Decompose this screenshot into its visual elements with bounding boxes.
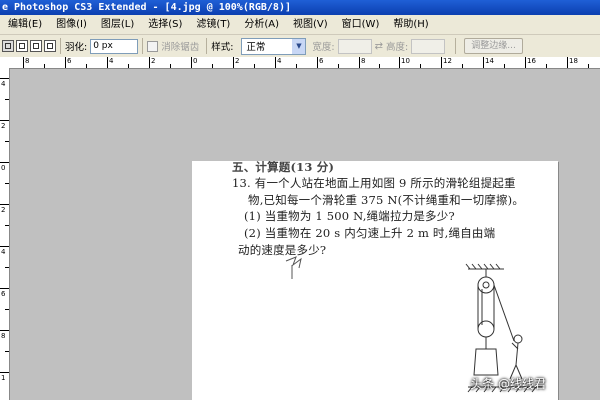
menu-select[interactable]: 选择(S) [140,15,188,34]
options-bar: 羽化: 0 px 消除锯齿 样式: 正常 ▼ 宽度: ⇄ 高度: 调整边缘... [0,35,600,58]
pulley-diagram [285,256,542,393]
height-input[interactable] [411,38,446,54]
style-select-value: 正常 [246,42,266,53]
refine-edge-button[interactable]: 调整边缘... [464,38,523,54]
add-selection-icon[interactable] [16,40,28,52]
watermark: 头条 @线线君 [470,377,546,391]
antialias-checkbox[interactable] [147,40,159,52]
chevron-down-icon: ▼ [292,38,306,54]
menu-bar: 编辑(E) 图像(I) 图层(L) 选择(S) 滤镜(T) 分析(A) 视图(V… [0,15,600,35]
document-canvas[interactable]: 五、计算题(13 分) 13. 有一个人站在地面上用如图 9 所示的滑轮组提起重… [192,161,558,400]
divider [142,38,144,54]
width-label: 宽度: [312,42,335,53]
ruler-ticks [0,78,9,373]
subtract-selection-icon[interactable] [30,40,42,52]
window-title-bar: e Photoshop CS3 Extended - [4.jpg @ 100%… [0,0,600,15]
style-select[interactable]: 正常 ▼ [241,37,307,55]
ruler-ticks [23,57,589,68]
menu-view[interactable]: 视图(V) [285,15,334,34]
menu-analysis[interactable]: 分析(A) [236,15,285,34]
divider [60,38,61,54]
divider [206,38,208,54]
menu-layer[interactable]: 图层(L) [93,15,140,34]
width-input[interactable] [337,38,372,54]
window-title: e Photoshop CS3 Extended - [4.jpg @ 100%… [2,2,291,13]
height-label: 高度: [386,42,409,53]
ruler-horizontal[interactable]: 8 6 4 2 0 2 4 6 8 10 12 14 16 18 [9,57,600,69]
swap-icon[interactable]: ⇄ [375,41,383,52]
intersect-selection-icon[interactable] [44,40,56,52]
antialias-label: 消除锯齿 [161,42,200,53]
new-selection-icon[interactable] [2,40,14,52]
divider [455,38,457,54]
menu-window[interactable]: 窗口(W) [334,15,386,34]
menu-edit[interactable]: 编辑(E) [0,15,48,34]
menu-help[interactable]: 帮助(H) [385,15,434,34]
feather-label: 羽化: [65,42,88,53]
menu-image[interactable]: 图像(I) [48,15,93,34]
menu-filter[interactable]: 滤镜(T) [188,15,236,34]
style-label: 样式: [211,42,234,53]
ruler-vertical[interactable]: 4 2 0 2 4 6 8 1 [0,68,10,400]
feather-input[interactable]: 0 px [90,38,139,54]
